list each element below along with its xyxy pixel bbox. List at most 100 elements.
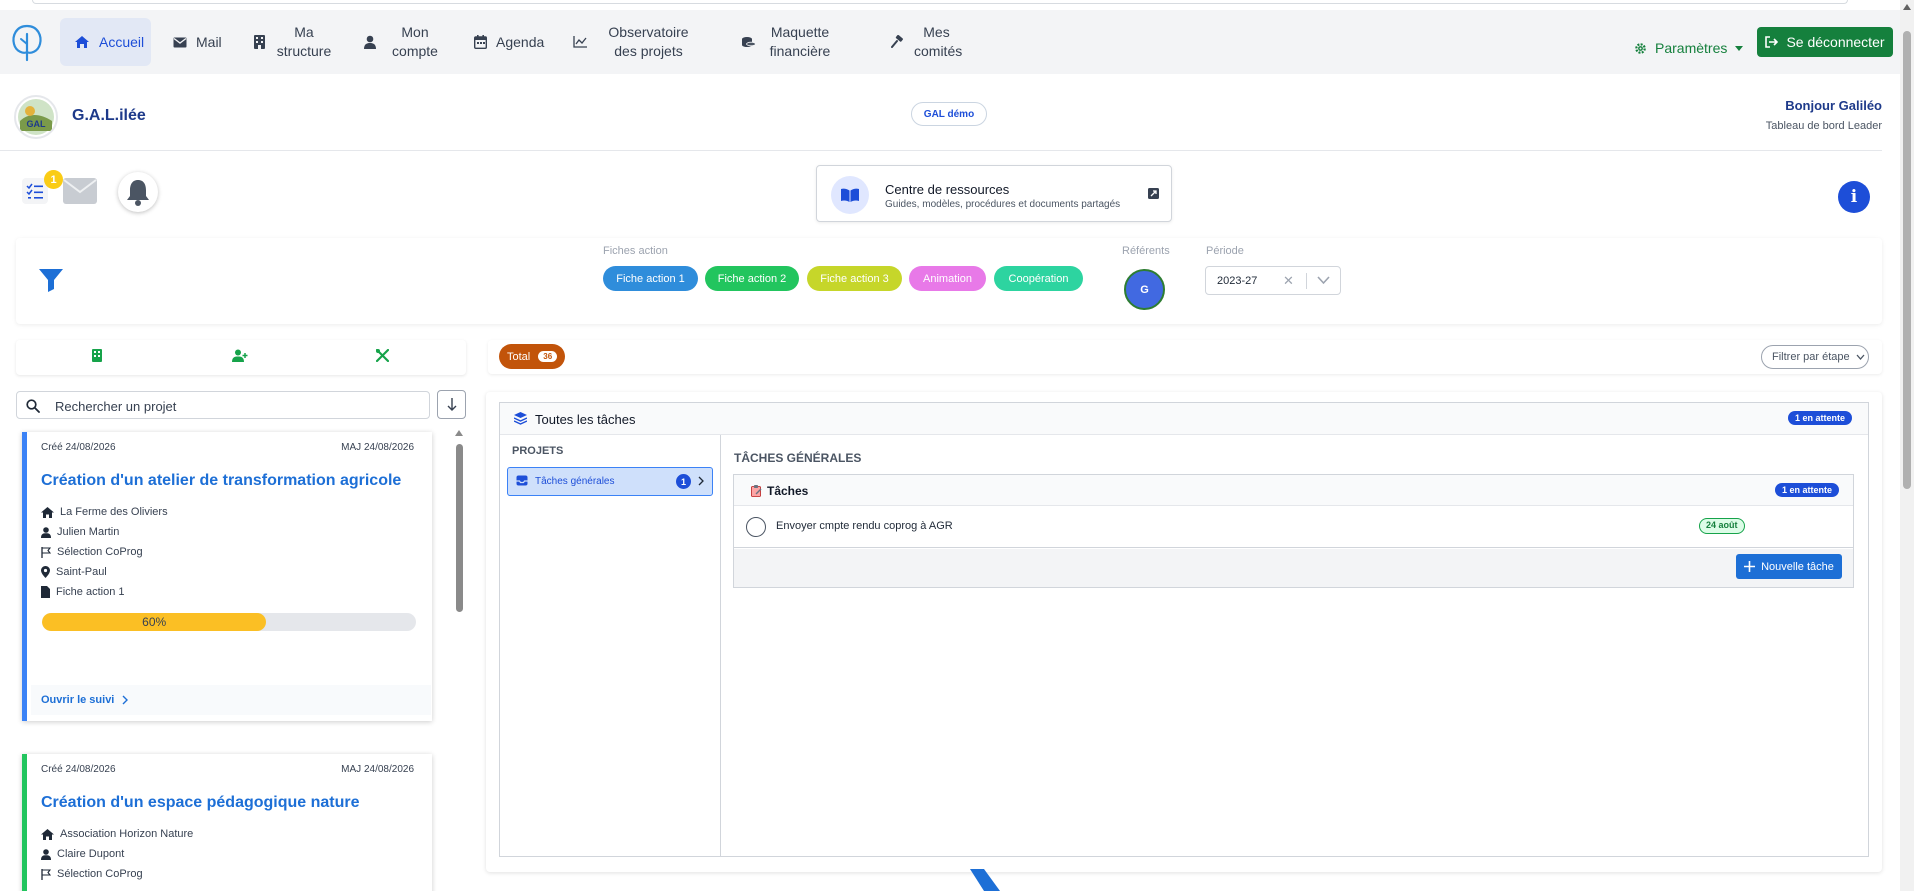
- flag-icon: [41, 546, 51, 558]
- tab-outils[interactable]: [376, 349, 389, 362]
- select-separator: [1306, 273, 1307, 289]
- card-created-date: Créé 24/08/2026: [41, 442, 116, 453]
- nav-mail[interactable]: Mail: [159, 18, 236, 66]
- info-icon[interactable]: i: [1838, 181, 1870, 213]
- nav-agenda-label: Agenda: [496, 33, 545, 50]
- external-link-icon: [1148, 188, 1159, 199]
- org-logo-text: GAL: [27, 119, 47, 129]
- project-item-general-tasks[interactable]: Tâches générales 1: [507, 467, 713, 496]
- plus-icon: [1744, 561, 1756, 572]
- user-icon: [41, 526, 51, 538]
- task-label[interactable]: Envoyer cmpte rendu coprog à AGR: [776, 520, 953, 532]
- resource-center-title: Centre de ressources: [885, 182, 1010, 197]
- nav-mes-comites-label: Mes comités: [914, 24, 963, 59]
- chart-line-icon: [573, 36, 587, 48]
- project-item-count: 1: [676, 474, 691, 489]
- new-task-button[interactable]: Nouvelle tâche: [1736, 554, 1842, 579]
- home-icon: [41, 506, 54, 518]
- total-filter-pill[interactable]: Total 36: [499, 344, 565, 369]
- open-follow-up-link[interactable]: Ouvrir le suivi: [31, 685, 431, 715]
- projects-sidebar: PROJETS Tâches générales 1: [500, 435, 721, 856]
- flag-icon: [41, 868, 51, 880]
- pending-badge: 1 en attente: [1788, 411, 1853, 425]
- new-task-label: Nouvelle tâche: [1761, 560, 1834, 573]
- nav-mon-compte[interactable]: Mon compte: [350, 18, 459, 66]
- filter-icon[interactable]: [38, 268, 64, 292]
- projects-header: PROJETS: [512, 445, 564, 457]
- task-row: Envoyer cmpte rendu coprog à AGR 24 août: [734, 506, 1853, 548]
- task-due-badge: 24 août: [1699, 518, 1745, 534]
- nav-agenda[interactable]: Agenda: [460, 18, 558, 66]
- nav-maquette-financiere-label: Maquette financière: [769, 24, 831, 59]
- project-item-label: Tâches générales: [535, 476, 615, 487]
- tasks-group-header: Tâches 1 en attente: [734, 475, 1853, 506]
- mail-icon: [173, 37, 187, 47]
- card-structure: Association Horizon Nature: [41, 828, 193, 840]
- chip-fiche-action-2[interactable]: Fiche action 2: [705, 266, 799, 291]
- chevron-right-icon: [122, 695, 129, 705]
- task-checkbox[interactable]: [746, 517, 766, 537]
- tasks-toolbar: [488, 340, 1882, 374]
- logout-button[interactable]: Se déconnecter: [1757, 27, 1893, 57]
- project-list-scrollbar[interactable]: [454, 430, 464, 891]
- chip-animation[interactable]: Animation: [909, 266, 986, 291]
- card-person-label: Claire Dupont: [57, 848, 125, 860]
- page-scrollbar[interactable]: [1900, 0, 1914, 891]
- card-person: Claire Dupont: [41, 848, 124, 860]
- card-stage-label: Sélection CoProg: [57, 546, 143, 558]
- card-structure: La Ferme des Oliviers: [41, 506, 168, 518]
- referent-avatar[interactable]: G: [1124, 269, 1165, 310]
- group-pending-badge: 1 en attente: [1775, 483, 1840, 497]
- clear-icon[interactable]: ✕: [1283, 273, 1294, 289]
- card-title[interactable]: Création d'un atelier de transformation …: [41, 472, 401, 490]
- nav-accueil[interactable]: Accueil: [60, 18, 151, 66]
- project-search-input[interactable]: [55, 396, 415, 416]
- scrollbar-thumb[interactable]: [456, 444, 463, 612]
- resource-center-card[interactable]: Centre de ressources Guides, modèles, pr…: [816, 165, 1172, 222]
- home-icon: [75, 36, 89, 48]
- tab-porteurs[interactable]: [232, 349, 248, 362]
- org-name: G.A.L.ilée: [72, 107, 146, 124]
- settings-dropdown[interactable]: Paramètres: [1634, 40, 1744, 56]
- project-card[interactable]: Créé 24/08/2026 MAJ 24/08/2026 Création …: [22, 754, 432, 891]
- user-plus-icon: [232, 349, 248, 362]
- card-title[interactable]: Création d'un espace pédagogique nature: [41, 794, 360, 812]
- card-progress-bar: 60%: [42, 613, 416, 631]
- search-icon: [26, 399, 40, 413]
- period-select[interactable]: 2023-27 ✕: [1205, 266, 1341, 295]
- scroll-up-icon[interactable]: [455, 430, 463, 436]
- envelope-icon[interactable]: [63, 178, 97, 204]
- clipboard-icon: [751, 485, 762, 497]
- nav-observatoire[interactable]: Observatoire des projets: [559, 18, 715, 66]
- gavel-icon: [891, 35, 903, 48]
- file-icon: [41, 586, 50, 598]
- settings-label: Paramètres: [1655, 40, 1728, 56]
- total-label: Total: [507, 350, 531, 363]
- card-structure-label: Association Horizon Nature: [60, 828, 194, 840]
- chip-fiche-action-1[interactable]: Fiche action 1: [603, 266, 698, 291]
- project-card[interactable]: Créé 24/08/2026 MAJ 24/08/2026 Création …: [22, 432, 432, 721]
- project-search-field[interactable]: [16, 391, 430, 419]
- coins-icon: [742, 36, 756, 47]
- nav-maquette-financiere[interactable]: Maquette financière: [727, 18, 849, 66]
- page-scrollbar-thumb[interactable]: [1903, 31, 1911, 489]
- chevron-down-icon: [1856, 354, 1865, 360]
- notifications-button[interactable]: [118, 172, 158, 212]
- app-logo-icon[interactable]: [8, 22, 46, 64]
- scroll-up-icon[interactable]: [1903, 4, 1911, 10]
- chip-cooperation[interactable]: Coopération: [994, 266, 1083, 291]
- chevron-right-icon: [698, 476, 704, 486]
- total-count: 36: [538, 351, 558, 362]
- sort-button[interactable]: [437, 390, 466, 419]
- card-updated-date: MAJ 24/08/2026: [341, 442, 414, 453]
- chip-fiche-action-3[interactable]: Fiche action 3: [807, 266, 902, 291]
- nav-ma-structure[interactable]: Ma structure: [240, 18, 348, 66]
- card-progress-fill: 60%: [42, 613, 267, 631]
- home-icon: [41, 828, 54, 840]
- filter-step-label: Filtrer par étape: [1772, 351, 1850, 363]
- filter-by-step-dropdown[interactable]: Filtrer par étape: [1761, 345, 1869, 369]
- card-structure-label: La Ferme des Oliviers: [60, 506, 168, 518]
- nav-mes-comites[interactable]: Mes comités: [877, 18, 973, 66]
- tab-structures[interactable]: [92, 349, 102, 362]
- chevron-down-icon[interactable]: [1317, 273, 1330, 287]
